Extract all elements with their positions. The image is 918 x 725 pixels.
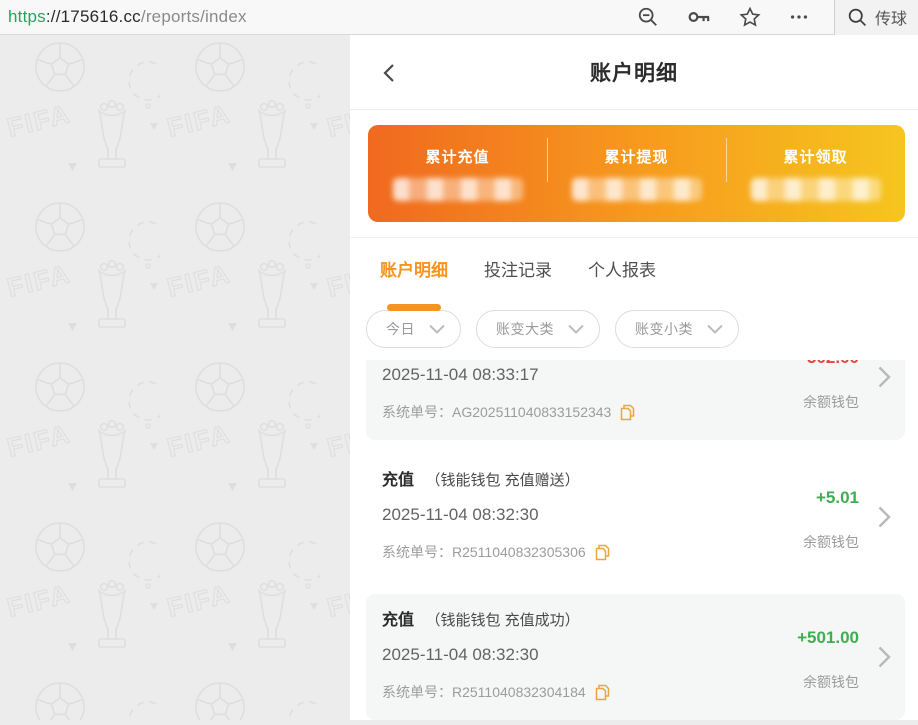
summary-value-redacted <box>393 178 523 201</box>
zoom-out-icon[interactable] <box>637 6 659 28</box>
chevron-down-icon <box>707 324 723 334</box>
summary-col-withdraw: 累计提现 <box>547 125 726 222</box>
search-icon <box>847 7 868 28</box>
transaction-type: 充值 <box>382 472 414 489</box>
transaction-amount: +5.01 <box>816 488 859 508</box>
filter-date-dropdown[interactable]: 今日 <box>366 310 461 348</box>
tab-label: 个人报表 <box>588 261 656 280</box>
filter-minor-type-dropdown[interactable]: 账变小类 <box>615 310 739 348</box>
summary-value-redacted <box>572 178 702 201</box>
chevron-down-icon <box>429 324 445 334</box>
copy-icon[interactable] <box>595 544 610 561</box>
transaction-wallet: 余额钱包 <box>803 392 859 412</box>
url-text[interactable]: https://175616.cc/reports/index <box>8 7 637 27</box>
transaction-row[interactable]: 充值 （钱能钱包 充值成功） 2025-11-04 08:32:30 系统单号：… <box>366 594 905 720</box>
transaction-datetime: 2025-11-04 08:32:30 <box>382 504 889 526</box>
summary-card: 累计充值 累计提现 累计领取 <box>368 125 905 222</box>
transaction-amount: -502.00 <box>801 360 859 368</box>
filter-label: 账变大类 <box>496 319 554 339</box>
order-label: 系统单号： <box>382 682 452 702</box>
transaction-list[interactable]: 2025-11-04 08:33:17 系统单号： AG202511040833… <box>350 360 918 720</box>
find-query-text: 传球 <box>875 5 907 29</box>
order-number: R2511040832304184 <box>452 682 586 702</box>
filter-label: 账变小类 <box>635 319 693 339</box>
transaction-type: 充值 <box>382 612 414 629</box>
summary-section: 累计充值 累计提现 累计领取 <box>350 110 918 238</box>
tab-label: 投注记录 <box>484 261 552 280</box>
transaction-row[interactable]: 充值 （钱能钱包 充值赠送） 2025-11-04 08:32:30 系统单号：… <box>366 454 905 580</box>
account-detail-panel: 账户明细 累计充值 累计提现 累计领取 账户明细 投注记录 <box>350 35 918 720</box>
filter-major-type-dropdown[interactable]: 账变大类 <box>476 310 600 348</box>
tabs-bar: 账户明细 投注记录 个人报表 <box>350 238 918 296</box>
transaction-note: （钱能钱包 充值成功） <box>425 612 579 629</box>
find-in-page-box[interactable]: 传球 <box>834 0 918 35</box>
page-title: 账户明细 <box>590 57 678 87</box>
tab-personal-report[interactable]: 个人报表 <box>588 256 656 296</box>
chevron-right-icon <box>878 366 891 393</box>
chevron-right-icon <box>878 506 891 533</box>
back-button[interactable] <box>378 61 402 85</box>
bookmark-star-icon[interactable] <box>739 6 761 28</box>
chevron-down-icon <box>568 324 584 334</box>
summary-col-deposit: 累计充值 <box>368 125 547 222</box>
filter-label: 今日 <box>386 319 415 339</box>
url-scheme: https <box>8 7 46 26</box>
order-label: 系统单号： <box>382 542 452 562</box>
transaction-title: 充值 （钱能钱包 充值赠送） <box>382 470 889 492</box>
summary-label: 累计领取 <box>783 146 847 167</box>
password-key-icon[interactable] <box>686 6 712 28</box>
more-options-icon[interactable] <box>788 6 810 28</box>
transaction-wallet: 余额钱包 <box>803 672 859 692</box>
transaction-wallet: 余额钱包 <box>803 532 859 552</box>
url-host: ://175616.cc <box>46 7 141 26</box>
summary-value-redacted <box>751 178 881 201</box>
url-path: /reports/index <box>141 7 247 26</box>
browser-address-bar[interactable]: https://175616.cc/reports/index <box>0 0 918 35</box>
active-tab-underline <box>387 304 441 311</box>
divider <box>547 138 548 182</box>
summary-label: 累计提现 <box>604 146 668 167</box>
transaction-note: （钱能钱包 充值赠送） <box>425 472 579 489</box>
summary-label: 累计充值 <box>425 146 489 167</box>
divider <box>726 138 727 182</box>
transaction-row[interactable]: 2025-11-04 08:33:17 系统单号： AG202511040833… <box>366 360 905 440</box>
tab-bet-records[interactable]: 投注记录 <box>484 256 552 296</box>
order-label: 系统单号： <box>382 402 452 422</box>
chevron-right-icon <box>878 646 891 673</box>
tab-account-detail[interactable]: 账户明细 <box>380 256 448 296</box>
copy-icon[interactable] <box>595 684 610 701</box>
summary-col-claimed: 累计领取 <box>726 125 905 222</box>
page-header: 账户明细 <box>350 35 918 110</box>
tab-label: 账户明细 <box>380 261 448 280</box>
transaction-amount: +501.00 <box>797 628 859 648</box>
order-number: R2511040832305306 <box>452 542 586 562</box>
copy-icon[interactable] <box>620 404 635 421</box>
order-number: AG202511040833152343 <box>452 402 611 422</box>
